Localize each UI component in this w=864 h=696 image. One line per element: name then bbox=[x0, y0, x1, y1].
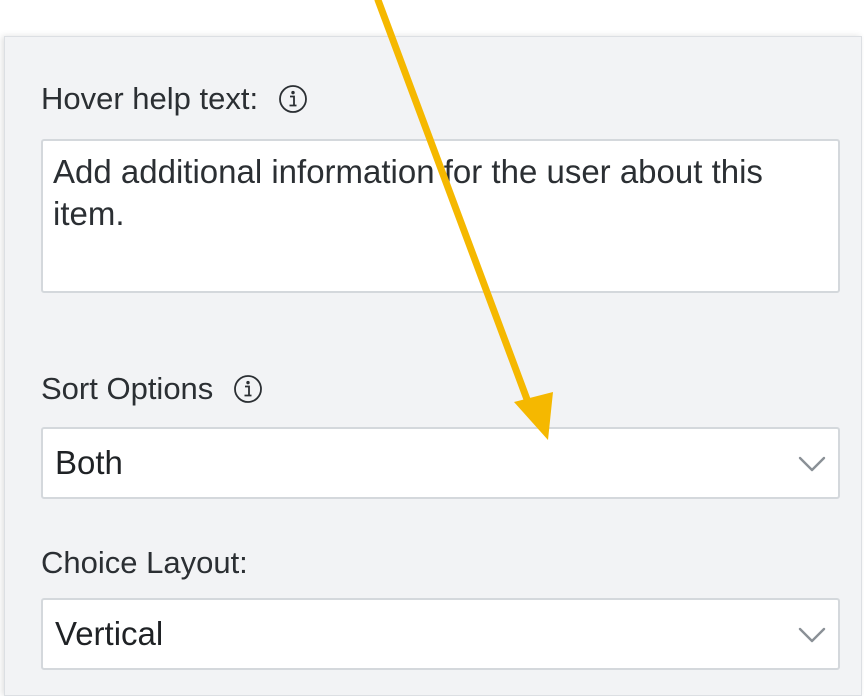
chevron-down-icon[interactable] bbox=[792, 443, 832, 483]
hover-help-label-text: Hover help text: bbox=[41, 81, 259, 116]
sort-options-field-label: Sort Options bbox=[41, 371, 263, 407]
hover-help-field-label: Hover help text: bbox=[41, 81, 308, 117]
sort-options-select[interactable]: Both bbox=[41, 427, 840, 499]
info-icon[interactable] bbox=[233, 374, 263, 404]
chevron-down-icon[interactable] bbox=[792, 614, 832, 654]
choice-layout-field-label: Choice Layout: bbox=[41, 545, 248, 581]
sort-options-selected-value: Both bbox=[55, 444, 123, 481]
hover-help-textarea[interactable]: Add additional information for the user … bbox=[41, 139, 840, 293]
sort-options-label-text: Sort Options bbox=[41, 371, 214, 406]
choice-layout-selected-value: Vertical bbox=[55, 615, 164, 652]
info-icon[interactable] bbox=[278, 84, 308, 114]
choice-layout-label-text: Choice Layout: bbox=[41, 545, 248, 580]
choice-layout-select[interactable]: Vertical bbox=[41, 598, 840, 670]
properties-panel: Hover help text: Add additional informat… bbox=[4, 36, 862, 696]
